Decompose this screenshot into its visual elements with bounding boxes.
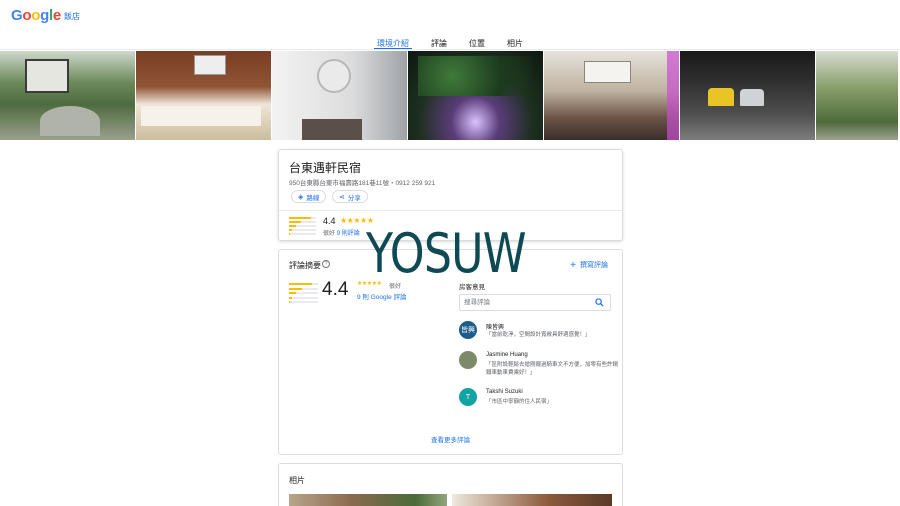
directions-label: 路線 xyxy=(306,194,320,202)
reviewer-name: Takshi Suzuki xyxy=(486,389,523,395)
review-summary-title: 評論摘要 xyxy=(289,261,321,270)
rating-bar-2 xyxy=(289,229,316,231)
directions-button[interactable]: ◈ 路線 xyxy=(291,190,327,203)
photo-plants[interactable] xyxy=(816,51,898,140)
photo-garden[interactable] xyxy=(0,51,135,140)
tabs-divider xyxy=(0,49,900,50)
photo-thumbnail[interactable] xyxy=(289,494,447,506)
rating-bar-4 xyxy=(289,287,318,290)
reviewer-name: Jasmine Huang xyxy=(486,352,528,358)
review-search-box xyxy=(459,294,611,311)
rating-bar-5 xyxy=(289,283,318,285)
average-rating: 4.4 xyxy=(322,279,349,300)
google-logo[interactable]: Google xyxy=(11,7,61,24)
hotel-name: 台東遇軒民宿 xyxy=(289,161,362,175)
photos-title: 相片 xyxy=(289,476,305,485)
search-icon[interactable] xyxy=(595,298,604,307)
tab-location[interactable]: 位置 xyxy=(469,30,485,50)
hotel-category-link[interactable]: 飯店 xyxy=(64,11,80,22)
photo-lounge[interactable] xyxy=(544,51,679,140)
share-icon: ⋖ xyxy=(339,193,345,201)
tab-overview[interactable]: 環境介紹 xyxy=(374,30,412,50)
avatar: 皆興 xyxy=(459,321,477,339)
share-label: 分享 xyxy=(347,194,361,202)
rating-summary: 很好 9 則評論 xyxy=(323,228,360,237)
reviewer-name: 陳皆興 xyxy=(486,325,505,331)
photo-garage[interactable] xyxy=(680,51,815,140)
photo-night-garden[interactable] xyxy=(408,51,543,140)
review-item[interactable]: Jasmine Huang 「區附設輕鬆去搶剛擺過騎車文不方便，加零有些許鍋鐵車… xyxy=(459,351,619,381)
rating-bar-3 xyxy=(289,225,316,227)
rating-histogram xyxy=(289,283,318,303)
write-review-button[interactable]: + 撰寫評論 xyxy=(570,260,608,270)
tab-photos[interactable]: 相片 xyxy=(507,30,523,50)
rating-bar-3 xyxy=(289,292,318,294)
watermark: YOSUW xyxy=(366,222,527,285)
tab-reviews[interactable]: 評論 xyxy=(431,30,447,50)
share-button[interactable]: ⋖ 分享 xyxy=(332,190,368,203)
photos-card: 相片 xyxy=(278,463,623,506)
photo-thumbnail[interactable] xyxy=(452,494,612,506)
rating-bar-4 xyxy=(289,221,316,223)
photo-bedroom[interactable] xyxy=(136,51,271,140)
review-search-input[interactable] xyxy=(460,295,590,310)
review-snippet: 「區附設輕鬆去搶剛擺過騎車文不方便，加零有些許鍋鐵車動車費乘好！」 xyxy=(486,362,619,376)
avatar xyxy=(459,351,477,369)
hotel-address: 950台東縣台東市福壽路181巷11號・0912 259 921 xyxy=(289,180,436,187)
rating-bar-2 xyxy=(289,296,318,299)
help-icon[interactable]: ? xyxy=(322,260,330,268)
review-snippet: 「當前乾淨，空間設計寬敞具舒適感覺！」 xyxy=(486,332,591,338)
rating-value: 4.4 xyxy=(323,216,336,226)
write-review-label: 撰寫評論 xyxy=(580,262,608,269)
rating-word: 很好 xyxy=(323,231,336,237)
plus-icon: + xyxy=(570,259,576,271)
card-divider xyxy=(279,210,622,211)
review-snippet: 「市區中寧靜的住人民宿」 xyxy=(486,399,553,405)
rating-bar-1 xyxy=(289,233,316,235)
directions-icon: ◈ xyxy=(298,193,304,201)
review-count-link[interactable]: 9 則評論 xyxy=(337,231,360,237)
section-tabs: 環境介紹 評論 位置 相片 xyxy=(0,30,900,50)
photo-strip xyxy=(0,51,900,140)
google-review-count-link[interactable]: 9 則 Google 評論 xyxy=(357,291,407,301)
rating-bar-1 xyxy=(289,301,318,303)
avatar: T xyxy=(459,388,477,406)
rating-histogram-small xyxy=(289,217,316,235)
photo-bathroom[interactable] xyxy=(272,51,407,140)
review-item[interactable]: T Takshi Suzuki 「市區中寧靜的住人民宿」 xyxy=(459,388,619,418)
rating-bar-5 xyxy=(289,217,316,219)
top-bar: Google 飯店 xyxy=(0,0,900,30)
review-item[interactable]: 皆興 陳皆興 「當前乾淨，空間設計寬敞具舒適感覺！」 xyxy=(459,321,619,351)
more-reviews-link[interactable]: 查看更多評論 xyxy=(279,434,622,444)
